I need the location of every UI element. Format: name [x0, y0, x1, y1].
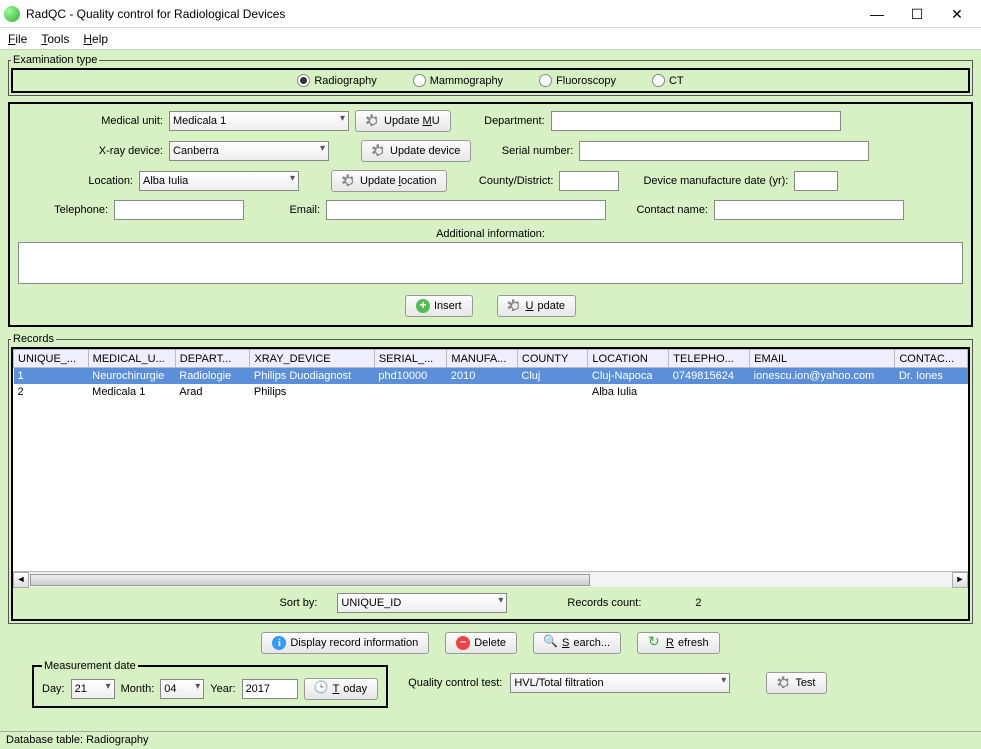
- column-header[interactable]: CONTAC...: [895, 350, 968, 368]
- year-label: Year:: [210, 683, 235, 695]
- medical-unit-select[interactable]: Medicala 1: [169, 111, 349, 131]
- county-label: County/District:: [453, 175, 553, 187]
- info-icon: [272, 636, 286, 650]
- column-header[interactable]: EMAIL: [750, 350, 895, 368]
- column-header[interactable]: COUNTY: [517, 350, 588, 368]
- plus-icon: [416, 299, 430, 313]
- contact-input[interactable]: [714, 200, 904, 220]
- telephone-label: Telephone:: [18, 204, 108, 216]
- scroll-right-arrow[interactable]: ►: [952, 572, 968, 588]
- test-button[interactable]: Test: [766, 672, 826, 694]
- menu-help[interactable]: Help: [83, 32, 108, 46]
- gear-icon: [508, 299, 522, 313]
- telephone-input[interactable]: [114, 200, 244, 220]
- email-label: Email:: [250, 204, 320, 216]
- serial-input[interactable]: [579, 141, 869, 161]
- mfg-date-label: Device manufacture date (yr):: [643, 175, 788, 187]
- app-icon: [4, 6, 20, 22]
- measurement-date-fieldset: Measurement date Day: 21 Month: 04 Year:…: [32, 660, 388, 708]
- records-count-label: Records count:: [567, 597, 641, 609]
- records-count-value: 2: [695, 597, 701, 609]
- contact-label: Contact name:: [612, 204, 708, 216]
- clock-icon: [315, 682, 329, 696]
- column-header[interactable]: XRAY_DEVICE: [250, 350, 374, 368]
- update-device-button[interactable]: Update device: [361, 140, 471, 162]
- radio-fluoroscopy[interactable]: Fluoroscopy: [539, 74, 616, 87]
- month-label: Month:: [121, 683, 155, 695]
- qc-test-select[interactable]: HVL/Total filtration: [510, 673, 730, 693]
- column-header[interactable]: MEDICAL_U...: [88, 350, 175, 368]
- radio-radiography[interactable]: Radiography: [297, 74, 376, 87]
- titlebar: RadQC - Quality control for Radiological…: [0, 0, 981, 28]
- menu-file[interactable]: File: [8, 32, 27, 46]
- today-button[interactable]: Today: [304, 678, 379, 700]
- statusbar: Database table: Radiography: [0, 731, 981, 749]
- gear-icon: [366, 114, 380, 128]
- additional-label: Additional information:: [18, 228, 963, 240]
- column-header[interactable]: TELEPHO...: [669, 350, 750, 368]
- update-location-button[interactable]: Update location: [331, 170, 447, 192]
- serial-label: Serial number:: [477, 145, 573, 157]
- column-header[interactable]: LOCATION: [588, 350, 669, 368]
- delete-button[interactable]: Delete: [445, 632, 517, 654]
- close-button[interactable]: ✕: [937, 1, 977, 27]
- medical-unit-label: Medical unit:: [18, 115, 163, 127]
- update-button[interactable]: Update: [497, 295, 576, 317]
- day-select[interactable]: 21: [71, 679, 115, 699]
- minimize-button[interactable]: —: [857, 1, 897, 27]
- gear-icon: [777, 676, 791, 690]
- records-table[interactable]: UNIQUE_...MEDICAL_U...DEPART...XRAY_DEVI…: [13, 349, 968, 571]
- column-header[interactable]: UNIQUE_...: [14, 350, 89, 368]
- menubar: File Tools Help: [0, 28, 981, 50]
- month-select[interactable]: 04: [160, 679, 204, 699]
- device-form: Medical unit: Medicala 1 Update MU Depar…: [8, 102, 973, 327]
- table-row[interactable]: 2Medicala 1AradPhilipsAlba Iulia: [14, 384, 968, 400]
- horizontal-scrollbar[interactable]: ◄ ►: [13, 571, 968, 587]
- email-input[interactable]: [326, 200, 606, 220]
- gear-icon: [342, 174, 356, 188]
- gear-icon: [372, 144, 386, 158]
- search-icon: [544, 636, 558, 650]
- update-mu-button[interactable]: Update MU: [355, 110, 451, 132]
- column-header[interactable]: DEPART...: [175, 350, 250, 368]
- search-button[interactable]: Search...: [533, 632, 621, 654]
- delete-icon: [456, 636, 470, 650]
- window-title: RadQC - Quality control for Radiological…: [26, 7, 857, 21]
- display-record-button[interactable]: Display record information: [261, 632, 429, 654]
- menu-tools[interactable]: Tools: [41, 32, 69, 46]
- department-input[interactable]: [551, 111, 841, 131]
- sort-label: Sort by:: [279, 597, 317, 609]
- xray-label: X-ray device:: [18, 145, 163, 157]
- radio-ct[interactable]: CT: [652, 74, 684, 87]
- column-header[interactable]: MANUFA...: [447, 350, 518, 368]
- radio-mammography[interactable]: Mammography: [413, 74, 503, 87]
- maximize-button[interactable]: ☐: [897, 1, 937, 27]
- insert-button[interactable]: Insert: [405, 295, 473, 317]
- measurement-legend: Measurement date: [42, 660, 138, 672]
- records-fieldset: Records UNIQUE_...MEDICAL_U...DEPART...X…: [8, 333, 973, 624]
- refresh-icon: [648, 636, 662, 650]
- department-label: Department:: [457, 115, 545, 127]
- xray-select[interactable]: Canberra: [169, 141, 329, 161]
- records-legend: Records: [11, 333, 56, 345]
- column-header[interactable]: SERIAL_...: [374, 350, 447, 368]
- mfg-date-input[interactable]: [794, 171, 838, 191]
- table-row[interactable]: 1NeurochirurgieRadiologiePhilips Duodiag…: [14, 368, 968, 385]
- location-label: Location:: [18, 175, 133, 187]
- year-input[interactable]: [242, 679, 298, 699]
- scroll-thumb[interactable]: [30, 574, 590, 586]
- examination-type-fieldset: Examination type Radiography Mammography…: [8, 54, 973, 96]
- refresh-button[interactable]: Refresh: [637, 632, 720, 654]
- day-label: Day:: [42, 683, 65, 695]
- location-select[interactable]: Alba Iulia: [139, 171, 299, 191]
- exam-legend: Examination type: [11, 54, 99, 66]
- additional-textarea[interactable]: [18, 242, 963, 284]
- qc-test-label: Quality control test:: [408, 677, 502, 689]
- scroll-left-arrow[interactable]: ◄: [13, 572, 29, 588]
- sort-select[interactable]: UNIQUE_ID: [337, 593, 507, 613]
- county-input[interactable]: [559, 171, 619, 191]
